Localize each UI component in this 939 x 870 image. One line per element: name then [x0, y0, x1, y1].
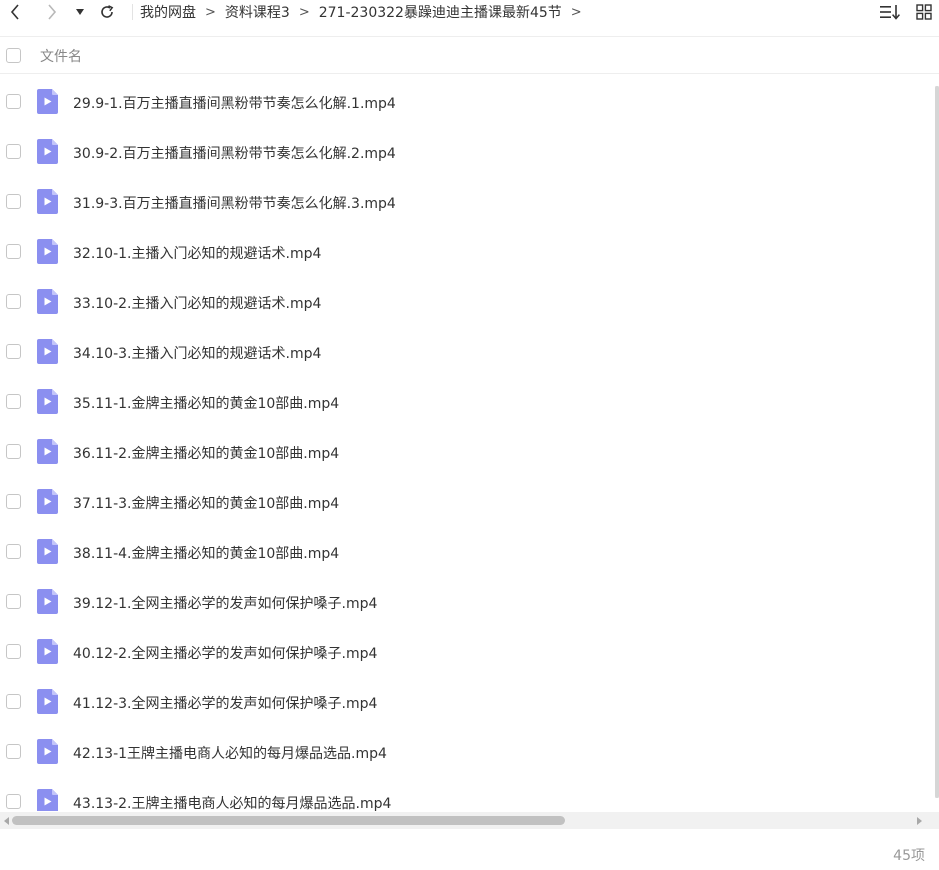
video-file-icon	[37, 689, 58, 714]
horizontal-scrollbar-thumb[interactable]	[12, 816, 565, 825]
file-row[interactable]: 42.13-1王牌主播电商人必知的每月爆品选品.mp4	[0, 727, 936, 777]
breadcrumb-separator: >	[298, 4, 310, 20]
file-row[interactable]: 29.9-1.百万主播直播间黑粉带节奏怎么化解.1.mp4	[0, 77, 936, 127]
video-file-icon	[37, 439, 58, 464]
file-row[interactable]: 32.10-1.主播入门必知的规避话术.mp4	[0, 227, 936, 277]
breadcrumb-item-current[interactable]: 271-230322暴躁迪迪主播课最新45节	[319, 2, 562, 22]
row-checkbox[interactable]	[6, 144, 21, 159]
file-row[interactable]: 39.12-1.全网主播必学的发声如何保护嗓子.mp4	[0, 577, 936, 627]
breadcrumb-item-folder[interactable]: 资料课程3	[225, 2, 290, 22]
video-file-icon	[37, 489, 58, 514]
video-file-icon	[37, 189, 58, 214]
video-file-icon	[37, 239, 58, 264]
video-file-icon	[37, 339, 58, 364]
file-row[interactable]: 36.11-2.金牌主播必知的黄金10部曲.mp4	[0, 427, 936, 477]
caret-left-icon	[3, 816, 9, 825]
file-name: 34.10-3.主播入门必知的规避话术.mp4	[73, 346, 322, 362]
item-count: 45项	[893, 848, 925, 864]
video-file-icon	[37, 389, 58, 414]
file-name: 42.13-1王牌主播电商人必知的每月爆品选品.mp4	[73, 746, 387, 762]
chevron-left-icon	[10, 4, 19, 20]
row-checkbox[interactable]	[6, 394, 21, 409]
file-name: 41.12-3.全网主播必学的发声如何保护嗓子.mp4	[73, 696, 378, 712]
toolbar: 我的网盘 > 资料课程3 > 271-230322暴躁迪迪主播课最新45节 >	[0, 0, 939, 26]
breadcrumb-item-root[interactable]: 我的网盘	[140, 2, 196, 22]
file-name: 37.11-3.金牌主播必知的黄金10部曲.mp4	[73, 496, 340, 512]
chevron-right-icon	[48, 4, 57, 20]
row-checkbox[interactable]	[6, 794, 21, 809]
vertical-scrollbar-thumb[interactable]	[935, 86, 939, 798]
breadcrumb-separator: >	[205, 4, 216, 20]
row-checkbox[interactable]	[6, 644, 21, 659]
video-file-icon	[37, 89, 58, 114]
file-row[interactable]: 37.11-3.金牌主播必知的黄金10部曲.mp4	[0, 477, 936, 527]
video-file-icon	[37, 639, 58, 664]
video-file-icon	[37, 539, 58, 564]
file-name: 30.9-2.百万主播直播间黑粉带节奏怎么化解.2.mp4	[73, 146, 396, 162]
file-name: 43.13-2.王牌主播电商人必知的每月爆品选品.mp4	[73, 796, 392, 811]
file-row[interactable]: 35.11-1.金牌主播必知的黄金10部曲.mp4	[0, 377, 936, 427]
name-column-header[interactable]: 文件名	[40, 46, 82, 66]
file-name: 35.11-1.金牌主播必知的黄金10部曲.mp4	[73, 396, 340, 412]
file-list: 29.9-1.百万主播直播间黑粉带节奏怎么化解.1.mp4 30.9-2.百万主播…	[0, 77, 939, 811]
file-row[interactable]: 41.12-3.全网主播必学的发声如何保护嗓子.mp4	[0, 677, 936, 727]
file-name: 39.12-1.全网主播必学的发声如何保护嗓子.mp4	[73, 596, 378, 612]
video-file-icon	[37, 289, 58, 314]
file-name: 31.9-3.百万主播直播间黑粉带节奏怎么化解.3.mp4	[73, 196, 396, 212]
row-checkbox[interactable]	[6, 494, 21, 509]
video-file-icon	[37, 789, 58, 811]
horizontal-scrollbar[interactable]	[0, 812, 939, 829]
file-name: 33.10-2.主播入门必知的规避话术.mp4	[73, 296, 322, 312]
file-name: 40.12-2.全网主播必学的发声如何保护嗓子.mp4	[73, 646, 378, 662]
scroll-left-button[interactable]	[2, 816, 10, 825]
file-row[interactable]: 30.9-2.百万主播直播间黑粉带节奏怎么化解.2.mp4	[0, 127, 936, 177]
file-name: 36.11-2.金牌主播必知的黄金10部曲.mp4	[73, 446, 340, 462]
row-checkbox[interactable]	[6, 294, 21, 309]
row-checkbox[interactable]	[6, 694, 21, 709]
sort-list-icon	[880, 5, 900, 20]
row-checkbox[interactable]	[6, 194, 21, 209]
history-dropdown-button[interactable]	[71, 0, 89, 24]
file-row[interactable]: 43.13-2.王牌主播电商人必知的每月爆品选品.mp4	[0, 777, 936, 811]
column-header: 文件名	[0, 37, 939, 74]
file-row[interactable]: 33.10-2.主播入门必知的规避话术.mp4	[0, 277, 936, 327]
row-checkbox[interactable]	[6, 244, 21, 259]
refresh-button[interactable]	[96, 0, 118, 24]
row-checkbox[interactable]	[6, 94, 21, 109]
caret-right-icon	[916, 816, 922, 825]
video-file-icon	[37, 739, 58, 764]
file-row[interactable]: 38.11-4.金牌主播必知的黄金10部曲.mp4	[0, 527, 936, 577]
row-checkbox[interactable]	[6, 444, 21, 459]
row-checkbox[interactable]	[6, 544, 21, 559]
toolbar-divider	[132, 4, 133, 20]
row-checkbox[interactable]	[6, 594, 21, 609]
breadcrumb-expand[interactable]: >	[571, 5, 582, 20]
grid-view-icon	[916, 4, 932, 20]
file-row[interactable]: 34.10-3.主播入门必知的规避话术.mp4	[0, 327, 936, 377]
file-row[interactable]: 40.12-2.全网主播必学的发声如何保护嗓子.mp4	[0, 627, 936, 677]
caret-down-icon	[76, 9, 84, 15]
file-row[interactable]: 31.9-3.百万主播直播间黑粉带节奏怎么化解.3.mp4	[0, 177, 936, 227]
sort-button[interactable]	[880, 3, 900, 21]
header-divider	[0, 73, 939, 74]
file-name: 38.11-4.金牌主播必知的黄金10部曲.mp4	[73, 546, 340, 562]
file-name: 29.9-1.百万主播直播间黑粉带节奏怎么化解.1.mp4	[73, 96, 396, 112]
scroll-right-button[interactable]	[915, 816, 923, 825]
back-button[interactable]	[4, 0, 26, 24]
view-mode-button[interactable]	[914, 3, 934, 21]
row-checkbox[interactable]	[6, 744, 21, 759]
forward-button[interactable]	[41, 0, 63, 24]
file-name: 32.10-1.主播入门必知的规避话术.mp4	[73, 246, 322, 262]
video-file-icon	[37, 589, 58, 614]
select-all-checkbox[interactable]	[6, 48, 21, 63]
refresh-icon	[101, 5, 114, 18]
video-file-icon	[37, 139, 58, 164]
breadcrumb: 我的网盘 > 资料课程3 > 271-230322暴躁迪迪主播课最新45节 >	[140, 2, 591, 22]
row-checkbox[interactable]	[6, 344, 21, 359]
